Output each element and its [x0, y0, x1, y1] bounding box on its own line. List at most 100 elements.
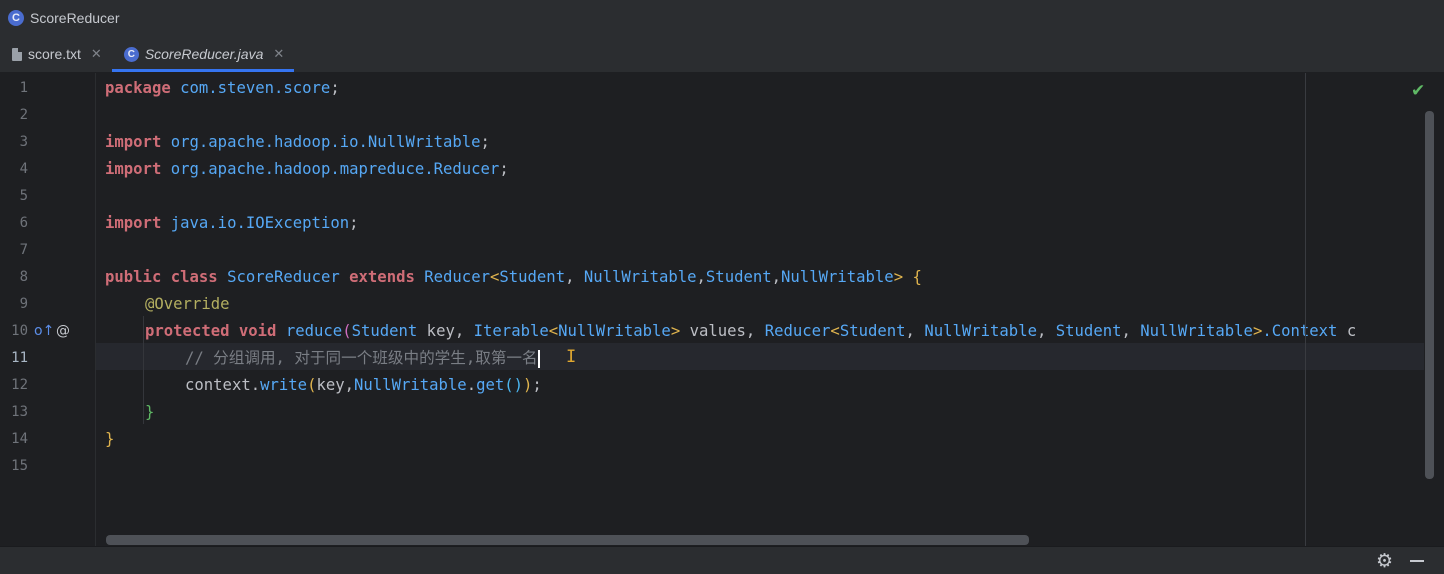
type: Student: [839, 322, 906, 340]
code-line-1: package com.steven.score;: [105, 75, 340, 102]
punct: ,: [1036, 322, 1056, 340]
type: NullWritable: [1140, 322, 1253, 340]
keyword: import: [105, 214, 162, 232]
line-number: 10: [11, 323, 28, 339]
keyword: import: [105, 160, 162, 178]
horizontal-scrollbar[interactable]: [106, 535, 1029, 545]
text-caret: [537, 349, 540, 368]
punct: .: [250, 376, 261, 394]
close-icon[interactable]: ✕: [273, 46, 284, 62]
type: NullWritable: [583, 268, 697, 286]
close-icon[interactable]: ✕: [91, 46, 102, 62]
angle: >: [1252, 322, 1263, 340]
type: NullWritable: [354, 376, 467, 394]
punct: ;: [349, 214, 359, 232]
identifier: key,: [316, 376, 355, 394]
identifier: context: [185, 376, 251, 394]
line-number: 13: [11, 404, 28, 420]
type: NullWritable: [781, 268, 894, 286]
type: Student: [705, 268, 772, 286]
type: Reducer: [764, 322, 831, 340]
annotation: @Override: [145, 295, 230, 313]
package-name: com.steven.score: [180, 79, 331, 97]
punct: ;: [330, 79, 340, 97]
method-name: get: [476, 376, 505, 394]
brace: }: [145, 403, 155, 421]
line-number: 7: [19, 242, 28, 258]
punct: ,: [696, 268, 706, 286]
paren: ): [523, 376, 533, 394]
angle: <: [489, 268, 500, 286]
java-class-icon: C: [123, 46, 139, 62]
code-line-11: // 分组调用, 对于同一个班级中的学生,取第一名: [185, 345, 540, 372]
type: .Context: [1262, 322, 1338, 340]
keyword: package: [105, 79, 171, 97]
no-problems-check-icon[interactable]: ✔: [1411, 81, 1425, 101]
implements-method-icon[interactable]: o↑: [34, 318, 54, 345]
punct: ;: [499, 160, 509, 178]
text-file-icon: [12, 47, 22, 61]
line-number-gutter[interactable]: 1 2 3 4 5 6 7 8 9 10 11 12 13 14 15 o↑ @: [0, 73, 96, 546]
angle: <: [548, 322, 559, 340]
right-margin-guide: [1305, 73, 1306, 546]
line-number: 3: [19, 134, 28, 150]
brace: {: [912, 268, 922, 286]
code-line-13: }: [145, 399, 154, 426]
angle: >: [893, 268, 904, 286]
code-line-12: context.write(key,NullWritable.get());: [185, 372, 542, 399]
line-number: 12: [11, 377, 28, 393]
param: values,: [680, 322, 765, 340]
bottom-toolbar: ⚙: [0, 546, 1444, 574]
minimize-icon[interactable]: [1410, 560, 1424, 562]
line-number: 6: [19, 215, 28, 231]
class-name: ScoreReducer: [227, 268, 340, 286]
type: Student: [1055, 322, 1122, 340]
type: NullWritable: [558, 322, 671, 340]
window-title: ScoreReducer: [30, 10, 120, 26]
code-line-9: @Override: [145, 291, 230, 318]
code-editor[interactable]: 1 2 3 4 5 6 7 8 9 10 11 12 13 14 15 o↑ @…: [0, 73, 1444, 546]
keyword: void: [238, 322, 277, 340]
type: Student: [351, 322, 418, 340]
method-name: reduce: [285, 322, 343, 340]
keyword: public: [105, 268, 162, 286]
keyword: class: [170, 268, 218, 286]
import-name: org.apache.hadoop.io.NullWritable: [170, 133, 481, 151]
paren: (: [342, 322, 352, 340]
line-number: 8: [19, 269, 28, 285]
brace: }: [105, 430, 115, 448]
line-number: 15: [11, 458, 28, 474]
method-name: write: [260, 376, 308, 394]
vertical-scrollbar[interactable]: [1425, 111, 1434, 479]
line-number: 9: [19, 296, 28, 312]
code-line-3: import org.apache.hadoop.io.NullWritable…: [105, 129, 490, 156]
code-line-6: import java.io.IOException;: [105, 210, 359, 237]
mouse-ibeam-cursor: I: [566, 347, 577, 367]
punct: ;: [532, 376, 542, 394]
gear-icon[interactable]: ⚙: [1376, 550, 1393, 572]
code-line-4: import org.apache.hadoop.mapreduce.Reduc…: [105, 156, 509, 183]
param: key,: [417, 322, 474, 340]
editor-tab-bar: score.txt ✕ C ScoreReducer.java ✕: [0, 36, 1444, 73]
keyword: protected: [145, 322, 230, 340]
keyword: extends: [349, 268, 415, 286]
punct: ,: [565, 268, 584, 286]
tab-scorereducer-java[interactable]: C ScoreReducer.java ✕: [111, 36, 295, 72]
tab-score-txt[interactable]: score.txt ✕: [0, 36, 112, 72]
comment: // 分组调用, 对于同一个班级中的学生,取第一名: [185, 349, 538, 367]
code-line-14: }: [105, 426, 114, 453]
paren: (): [504, 376, 524, 394]
code-area[interactable]: package com.steven.score; import org.apa…: [105, 73, 1424, 546]
punct: ,: [771, 268, 782, 286]
line-number: 4: [19, 161, 28, 177]
line-number: 1: [19, 80, 28, 96]
keyword: import: [105, 133, 162, 151]
line-number: 14: [11, 431, 28, 447]
code-line-8: public class ScoreReducer extends Reduce…: [105, 264, 922, 291]
type: Iterable: [473, 322, 549, 340]
param: c: [1337, 322, 1357, 340]
type: NullWritable: [924, 322, 1037, 340]
annotation-icon[interactable]: @: [56, 318, 70, 345]
punct: ,: [1121, 322, 1141, 340]
tab-label: score.txt: [28, 46, 81, 62]
